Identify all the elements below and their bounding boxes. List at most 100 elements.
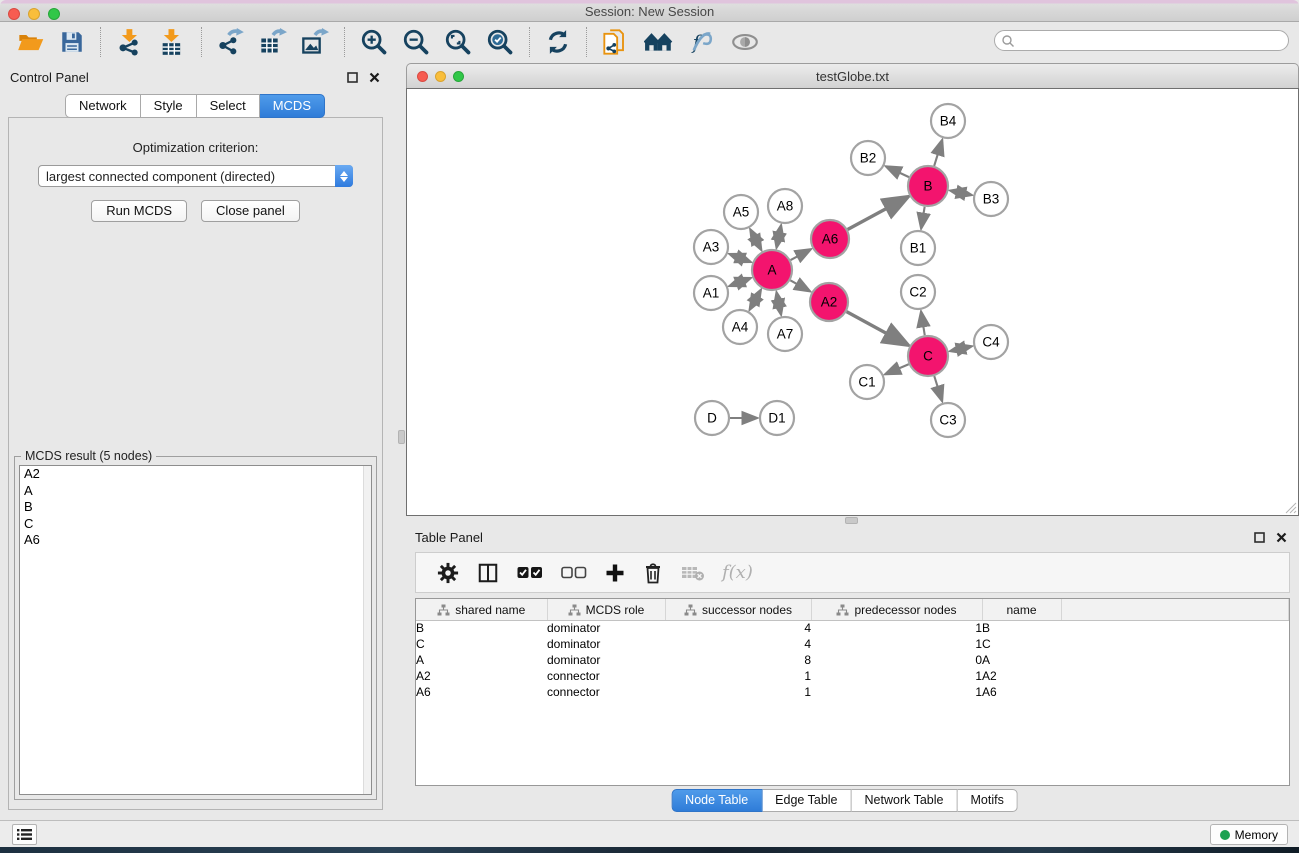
table-row[interactable]: Cdominator41C: [416, 636, 1289, 652]
table-cell[interactable]: 4: [665, 636, 811, 652]
run-mcds-button[interactable]: Run MCDS: [91, 200, 187, 222]
table-row[interactable]: Adominator80A: [416, 652, 1289, 668]
zoom-selected-button[interactable]: [479, 26, 521, 58]
table-cell[interactable]: 1: [665, 668, 811, 684]
zoom-fit-button[interactable]: [437, 26, 479, 58]
table-cell[interactable]: 1: [811, 636, 982, 652]
hide-labels-button[interactable]: f: [681, 26, 723, 58]
network-window-titlebar[interactable]: testGlobe.txt: [406, 63, 1299, 88]
table-cell[interactable]: 0: [811, 652, 982, 668]
network-vertical-scrollbar[interactable]: [398, 88, 405, 516]
table-cell[interactable]: A6: [982, 684, 1061, 700]
float-panel-icon[interactable]: [347, 72, 358, 83]
result-list-item[interactable]: A6: [20, 532, 371, 549]
table-cell[interactable]: 1: [811, 668, 982, 684]
memory-button[interactable]: Memory: [1210, 824, 1288, 845]
graph-node-C3[interactable]: C3: [931, 403, 965, 437]
tab-style[interactable]: Style: [141, 94, 197, 118]
column-header[interactable]: predecessor nodes: [811, 599, 982, 620]
graph-node-C4[interactable]: C4: [974, 325, 1008, 359]
refresh-button[interactable]: [538, 26, 578, 58]
table-cell[interactable]: connector: [547, 684, 665, 700]
export-image-button[interactable]: [294, 26, 336, 58]
graph-edge-A-A2[interactable]: [790, 280, 810, 291]
tab-network[interactable]: Network: [65, 94, 141, 118]
graph-node-A1[interactable]: A1: [694, 276, 728, 310]
graph-edge-B-B1[interactable]: [921, 207, 924, 229]
tab-node-table[interactable]: Node Table: [671, 789, 762, 812]
delete-table-button[interactable]: [672, 564, 714, 582]
column-header[interactable]: successor nodes: [665, 599, 811, 620]
graph-edge-A-A8[interactable]: [777, 226, 781, 248]
network-canvas[interactable]: AA6A2BCA5A8A3A1A4A7B2B4B3B1C2C4C1C3DD1: [406, 88, 1299, 516]
tab-network-table[interactable]: Network Table: [852, 789, 958, 812]
table-cell[interactable]: A: [416, 652, 547, 668]
graph-node-C2[interactable]: C2: [901, 275, 935, 309]
table-cell[interactable]: C: [982, 636, 1061, 652]
graph-node-B1[interactable]: B1: [901, 231, 935, 265]
criterion-select[interactable]: largest connected component (directed): [38, 165, 353, 187]
table-row[interactable]: Bdominator41B: [416, 620, 1289, 636]
table-cell[interactable]: A: [982, 652, 1061, 668]
result-list-item[interactable]: A: [20, 483, 371, 500]
graph-node-A2[interactable]: A2: [810, 283, 848, 321]
graph-node-C1[interactable]: C1: [850, 365, 884, 399]
table-cell[interactable]: 1: [811, 684, 982, 700]
graph-node-A[interactable]: A: [752, 250, 792, 290]
result-list-item[interactable]: C: [20, 516, 371, 533]
column-header[interactable]: MCDS role: [547, 599, 665, 620]
graph-edge-A2-C[interactable]: [847, 312, 908, 345]
graph-node-C[interactable]: C: [908, 336, 948, 376]
show-graphics-details-button[interactable]: [723, 26, 767, 58]
tab-motifs[interactable]: Motifs: [957, 789, 1017, 812]
table-cell[interactable]: A2: [416, 668, 547, 684]
table-cell[interactable]: 4: [665, 620, 811, 636]
result-list-item[interactable]: A2: [20, 466, 371, 483]
column-header[interactable]: shared name: [416, 599, 547, 620]
table-row[interactable]: A6connector11A6: [416, 684, 1289, 700]
table-cell[interactable]: 1: [665, 684, 811, 700]
table-cell[interactable]: A6: [416, 684, 547, 700]
graph-edge-C-C4[interactable]: [950, 346, 971, 351]
graph-node-B4[interactable]: B4: [931, 104, 965, 138]
mcds-result-list[interactable]: A2ABCA6: [19, 465, 372, 795]
unselect-all-columns-button[interactable]: [552, 566, 596, 580]
graph-edge-A-A6[interactable]: [791, 249, 811, 260]
table-cell[interactable]: B: [416, 620, 547, 636]
graph-node-A3[interactable]: A3: [694, 230, 728, 264]
duplicate-network-button[interactable]: [595, 26, 637, 58]
table-settings-button[interactable]: [428, 562, 468, 584]
graph-edge-C-C2[interactable]: [921, 312, 925, 335]
graph-node-B3[interactable]: B3: [974, 182, 1008, 216]
graph-node-A8[interactable]: A8: [768, 189, 802, 223]
search-input[interactable]: [1015, 34, 1288, 48]
node-table[interactable]: shared nameMCDS rolesuccessor nodesprede…: [415, 598, 1290, 786]
table-cell[interactable]: dominator: [547, 636, 665, 652]
graph-edge-A-A4[interactable]: [750, 290, 761, 310]
zoom-out-button[interactable]: [395, 26, 437, 58]
close-panel-icon[interactable]: [369, 72, 380, 83]
table-cell[interactable]: connector: [547, 668, 665, 684]
zoom-in-button[interactable]: [353, 26, 395, 58]
export-network-button[interactable]: [210, 26, 252, 58]
table-cell[interactable]: dominator: [547, 620, 665, 636]
toolbar-search-field[interactable]: [994, 30, 1289, 51]
table-row[interactable]: A2connector11A2: [416, 668, 1289, 684]
open-session-button[interactable]: [10, 26, 52, 58]
graph-edge-B-B4[interactable]: [934, 140, 942, 166]
graph-node-A4[interactable]: A4: [723, 310, 757, 344]
graph-node-B2[interactable]: B2: [851, 141, 885, 175]
select-all-columns-button[interactable]: [508, 566, 552, 580]
tab-mcds[interactable]: MCDS: [260, 94, 325, 118]
function-builder-button[interactable]: f(x): [714, 562, 761, 583]
table-cell[interactable]: A2: [982, 668, 1061, 684]
resize-grip-icon[interactable]: [1285, 502, 1297, 514]
table-cell[interactable]: B: [982, 620, 1061, 636]
graph-node-D1[interactable]: D1: [760, 401, 794, 435]
graph-edge-A-A1[interactable]: [730, 278, 751, 286]
result-list-scrollbar[interactable]: [363, 466, 371, 794]
graph-node-A5[interactable]: A5: [724, 195, 758, 229]
close-panel-button[interactable]: Close panel: [201, 200, 300, 222]
save-session-button[interactable]: [52, 26, 92, 58]
tab-edge-table[interactable]: Edge Table: [762, 789, 851, 812]
